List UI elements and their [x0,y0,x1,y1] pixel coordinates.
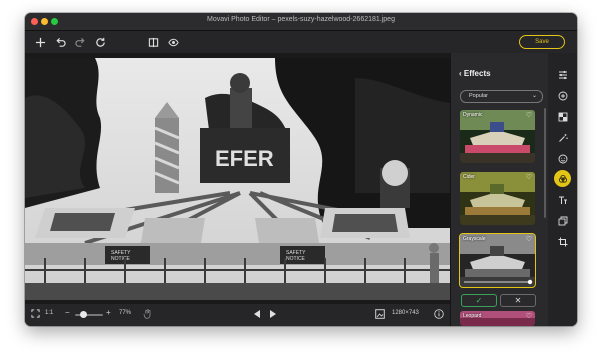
image-dimensions: 1280×743 [392,310,419,316]
top-toolbar: Save [25,31,577,53]
face-icon[interactable] [556,152,569,165]
effects-title: Effects [463,69,491,78]
zoom-level: 77% [119,310,132,316]
image-canvas[interactable]: EFER SAFETY NOTICE SAFETY NOTICE [25,53,450,304]
svg-text:NOTICE: NOTICE [111,256,131,262]
tool-rail [548,53,577,326]
effect-name: Grayscale [463,236,486,242]
chevron-down-icon: ⌄ [531,93,537,99]
next-image-icon[interactable] [269,309,277,321]
background-icon[interactable] [556,110,569,123]
compare-icon[interactable] [146,35,160,49]
reset-icon[interactable] [93,35,107,49]
crop-icon[interactable] [556,235,569,248]
resize-icon[interactable] [556,214,569,227]
effect-thumbnail-cider[interactable]: Cider ♡ [460,172,535,225]
effect-name: Cider [463,174,475,180]
previous-image-icon[interactable] [253,309,261,321]
plus-icon[interactable] [33,35,47,49]
effects-header[interactable]: ‹ Effects [459,69,491,78]
retouch-icon[interactable] [556,89,569,102]
redo-icon[interactable] [73,35,87,49]
effects-panel: ‹ Effects Popular ⌄ Dynamic ♡ Cider ♡ Gr… [450,53,549,326]
adjust-sliders-icon[interactable] [556,68,569,81]
zoom-in-button[interactable]: + [106,308,111,317]
hand-tool-icon[interactable] [143,309,152,321]
text-icon[interactable] [556,193,569,206]
cancel-effect-button[interactable]: ✕ [500,294,536,307]
preview-eye-icon[interactable] [166,35,180,49]
effects-category-dropdown[interactable]: Popular ⌄ [460,90,543,103]
actual-size-button[interactable]: 1:1 [45,310,53,316]
fit-to-screen-icon[interactable] [31,309,40,320]
effect-name: Leopard [463,313,482,319]
effect-thumbnail-grayscale[interactable]: Grayscale ♡ [459,233,536,288]
magic-wand-icon[interactable] [556,131,569,144]
undo-icon[interactable] [53,35,67,49]
window-title: Movavi Photo Editor – pexels-suzy-hazelw… [207,16,395,23]
effects-icon[interactable] [554,170,571,187]
favorite-heart-icon[interactable]: ♡ [526,173,532,181]
zoom-slider-knob[interactable] [80,311,87,318]
favorite-heart-icon[interactable]: ♡ [526,111,532,119]
save-button[interactable]: Save [519,35,565,49]
image-size-icon [375,309,385,321]
effect-name: Dynamic [463,112,483,118]
svg-text:EFER: EFER [215,146,274,171]
effect-thumbnail-dynamic[interactable]: Dynamic ♡ [460,110,535,163]
edited-photo[interactable]: EFER SAFETY NOTICE SAFETY NOTICE [25,58,450,300]
effects-scrollbar[interactable] [544,108,546,218]
svg-text:NOTICE: NOTICE [286,256,306,262]
bottom-bar: 1:1 − + 77% 1280×743 [25,304,450,326]
title-bar: Movavi Photo Editor – pexels-suzy-hazelw… [25,13,577,31]
favorite-heart-icon[interactable]: ♡ [526,312,532,320]
dropdown-selected-value: Popular [469,93,488,99]
info-icon[interactable] [434,309,444,321]
app-window: Movavi Photo Editor – pexels-suzy-hazelw… [25,13,577,326]
zoom-out-button[interactable]: − [65,308,70,317]
apply-effect-button[interactable]: ✓ [461,294,497,307]
favorite-heart-icon[interactable]: ♡ [526,235,532,243]
effect-thumbnail-leopard[interactable]: Leopard ♡ [460,311,535,326]
